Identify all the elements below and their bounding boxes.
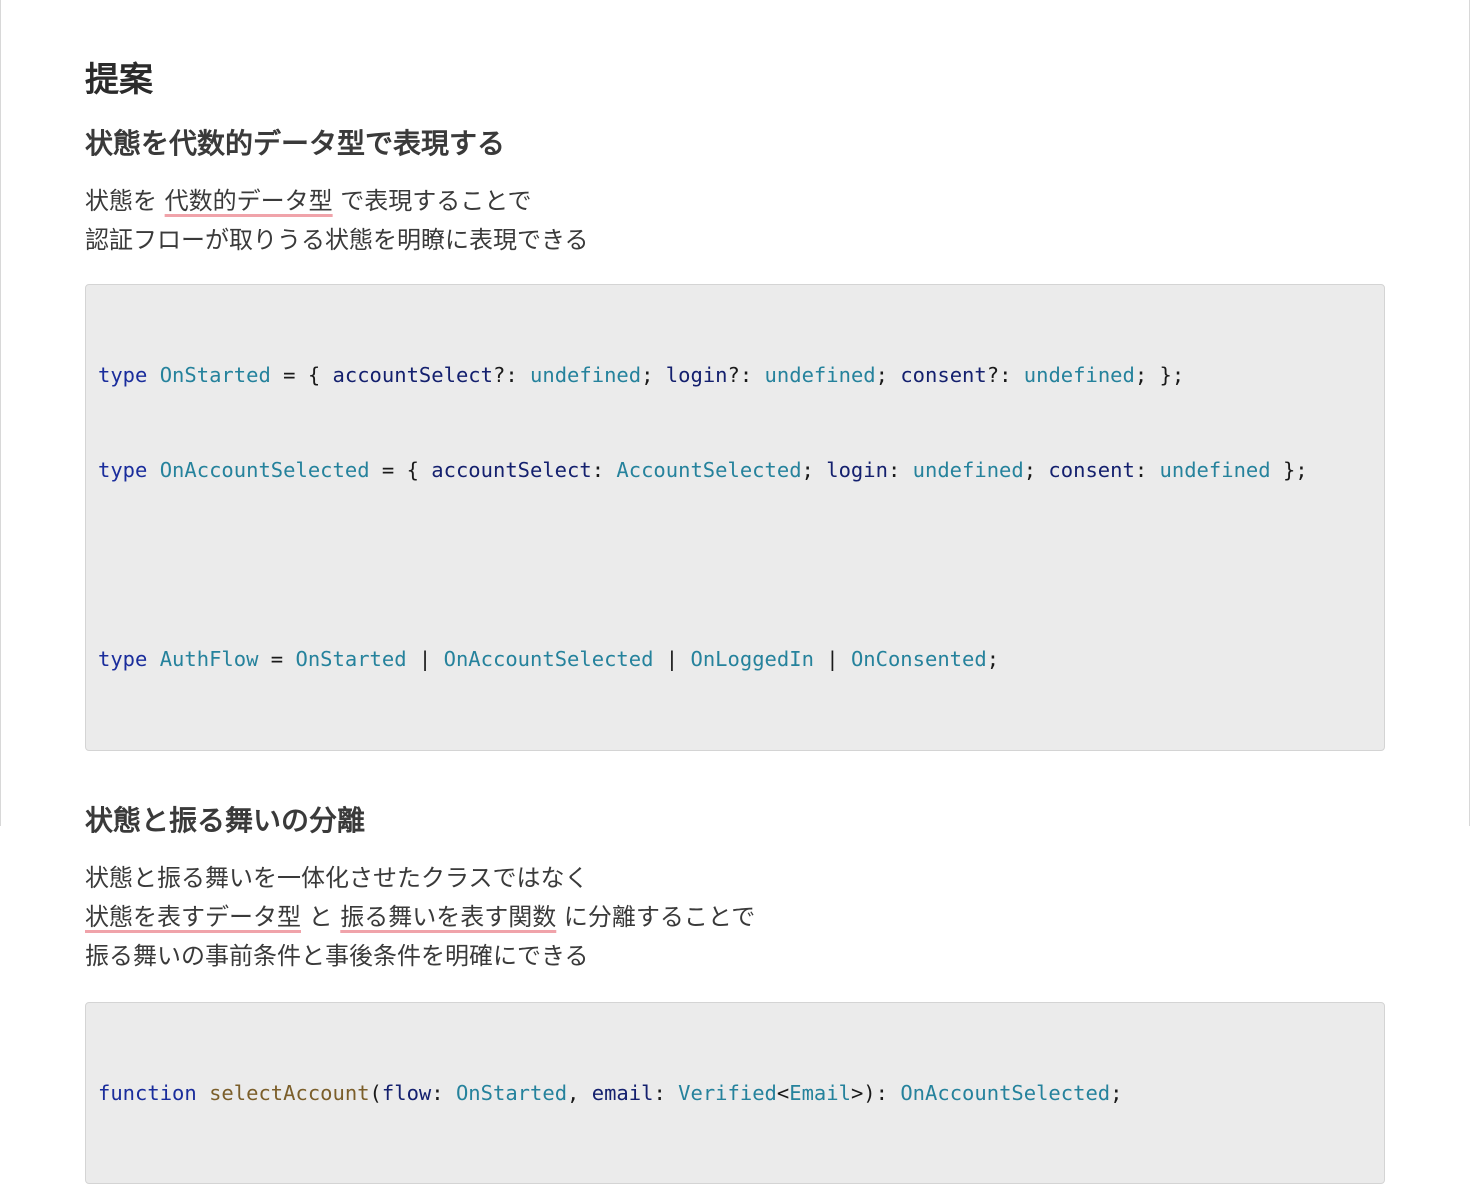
punct-token: |: [813, 646, 851, 671]
section-2-paragraph: 状態と振る舞いを一体化させたクラスではなく 状態を表すデータ型 と 振る舞いを表…: [85, 859, 1385, 976]
type-token: undefined: [530, 363, 642, 387]
type-token: OnAccountSelected: [159, 457, 370, 482]
punct-token: |: [653, 646, 691, 671]
paragraph-line: 状態を 代数的データ型 で表現することで: [85, 182, 1385, 221]
section-heading-adt: 状態を代数的データ型で表現する: [85, 127, 506, 160]
paragraph-line: 状態と振る舞いを一体化させたクラスではなく: [85, 864, 589, 892]
code-line: type OnAccountSelected = { accountSelect…: [98, 455, 1372, 487]
type-token: OnStarted: [455, 1081, 568, 1105]
section-1-paragraph: 状態を 代数的データ型 で表現することで 認証フローが取りうる状態を明瞭に表現で…: [85, 182, 1385, 260]
property-token: consent: [900, 363, 987, 387]
punct-token: = {: [369, 457, 432, 482]
punct-token: ;: [875, 363, 901, 387]
type-token: OnAccountSelected: [443, 646, 654, 671]
type-token: undefined: [1159, 457, 1271, 482]
highlighted-term: 代数的データ型: [164, 187, 333, 215]
code-block-function: function selectAccount(flow: OnStarted, …: [85, 1002, 1385, 1184]
type-token: Verified: [678, 1081, 777, 1105]
property-token: login: [665, 363, 728, 387]
type-token: OnStarted: [159, 363, 271, 387]
code-line: type AuthFlow = OnStarted | OnAccountSel…: [98, 644, 1372, 676]
param-token: flow: [381, 1081, 432, 1105]
type-token: AccountSelected: [616, 457, 802, 482]
type-token: undefined: [1023, 363, 1135, 387]
paragraph-line: 認証フローが取りうる状態を明瞭に表現できる: [85, 226, 589, 254]
punct-token: ;: [986, 646, 1000, 671]
punct-token: (: [369, 1081, 382, 1105]
punct-token: :: [653, 1081, 679, 1105]
punct-token: ,: [567, 1081, 592, 1105]
property-token: login: [826, 457, 888, 482]
type-token: OnConsented: [850, 646, 987, 671]
punct-token: ?:: [492, 363, 531, 387]
punct-token: ;: [801, 457, 827, 482]
punct-token: :: [887, 457, 913, 482]
paragraph-line: 振る舞いの事前条件と事後条件を明確にできる: [85, 942, 589, 970]
property-token: consent: [1048, 457, 1135, 482]
punct-token: ;: [1110, 1081, 1123, 1105]
text-span: 状態を: [85, 187, 157, 215]
text-span: に分離することで: [563, 903, 756, 931]
type-token: AuthFlow: [159, 646, 259, 671]
function-token: selectAccount: [209, 1081, 370, 1105]
type-token: Email: [789, 1081, 851, 1105]
highlighted-term: 状態を表すデータ型: [85, 903, 301, 931]
punct-token: ; };: [1134, 363, 1185, 387]
punct-token: |: [406, 646, 444, 671]
type-token: OnLoggedIn: [690, 646, 814, 671]
punct-token: ;: [641, 363, 666, 387]
punct-token: =: [258, 646, 296, 671]
punct-token: :: [1134, 457, 1160, 482]
keyword-token: type: [98, 457, 148, 482]
type-token: OnAccountSelected: [900, 1081, 1111, 1105]
keyword-token: type: [98, 363, 148, 387]
punct-token: :: [431, 1081, 456, 1105]
highlighted-term: 振る舞いを表す関数: [340, 903, 557, 931]
property-token: accountSelect: [332, 363, 493, 387]
code-block-types: type OnStarted = { accountSelect?: undef…: [85, 284, 1385, 751]
section-heading-separation: 状態と振る舞いの分離: [85, 804, 366, 837]
slide: 提案 状態を代数的データ型で表現する 状態を 代数的データ型 で表現することで …: [85, 58, 1385, 1184]
keyword-token: function: [98, 1081, 197, 1105]
type-token: undefined: [764, 363, 876, 387]
punct-token: = {: [270, 363, 333, 387]
code-line: function selectAccount(flow: OnStarted, …: [98, 1078, 1372, 1110]
punct-token: };: [1270, 457, 1308, 482]
punct-token: ;: [1023, 457, 1049, 482]
property-token: accountSelect: [431, 457, 592, 482]
punct-token: ?:: [727, 363, 765, 387]
type-token: OnStarted: [295, 646, 407, 671]
punct-token: <: [776, 1081, 790, 1105]
page-title: 提案: [85, 60, 153, 100]
punct-token: >):: [850, 1081, 901, 1105]
keyword-token: type: [98, 646, 148, 671]
text-span: で表現することで: [340, 187, 532, 215]
punct-token: ?:: [986, 363, 1024, 387]
text-span: と: [308, 903, 333, 931]
punct-token: :: [591, 457, 617, 482]
paragraph-line: 状態を表すデータ型 と 振る舞いを表す関数 に分離することで: [85, 898, 1385, 937]
param-token: email: [591, 1081, 654, 1105]
code-line: type OnStarted = { accountSelect?: undef…: [98, 360, 1372, 392]
type-token: undefined: [912, 457, 1024, 482]
